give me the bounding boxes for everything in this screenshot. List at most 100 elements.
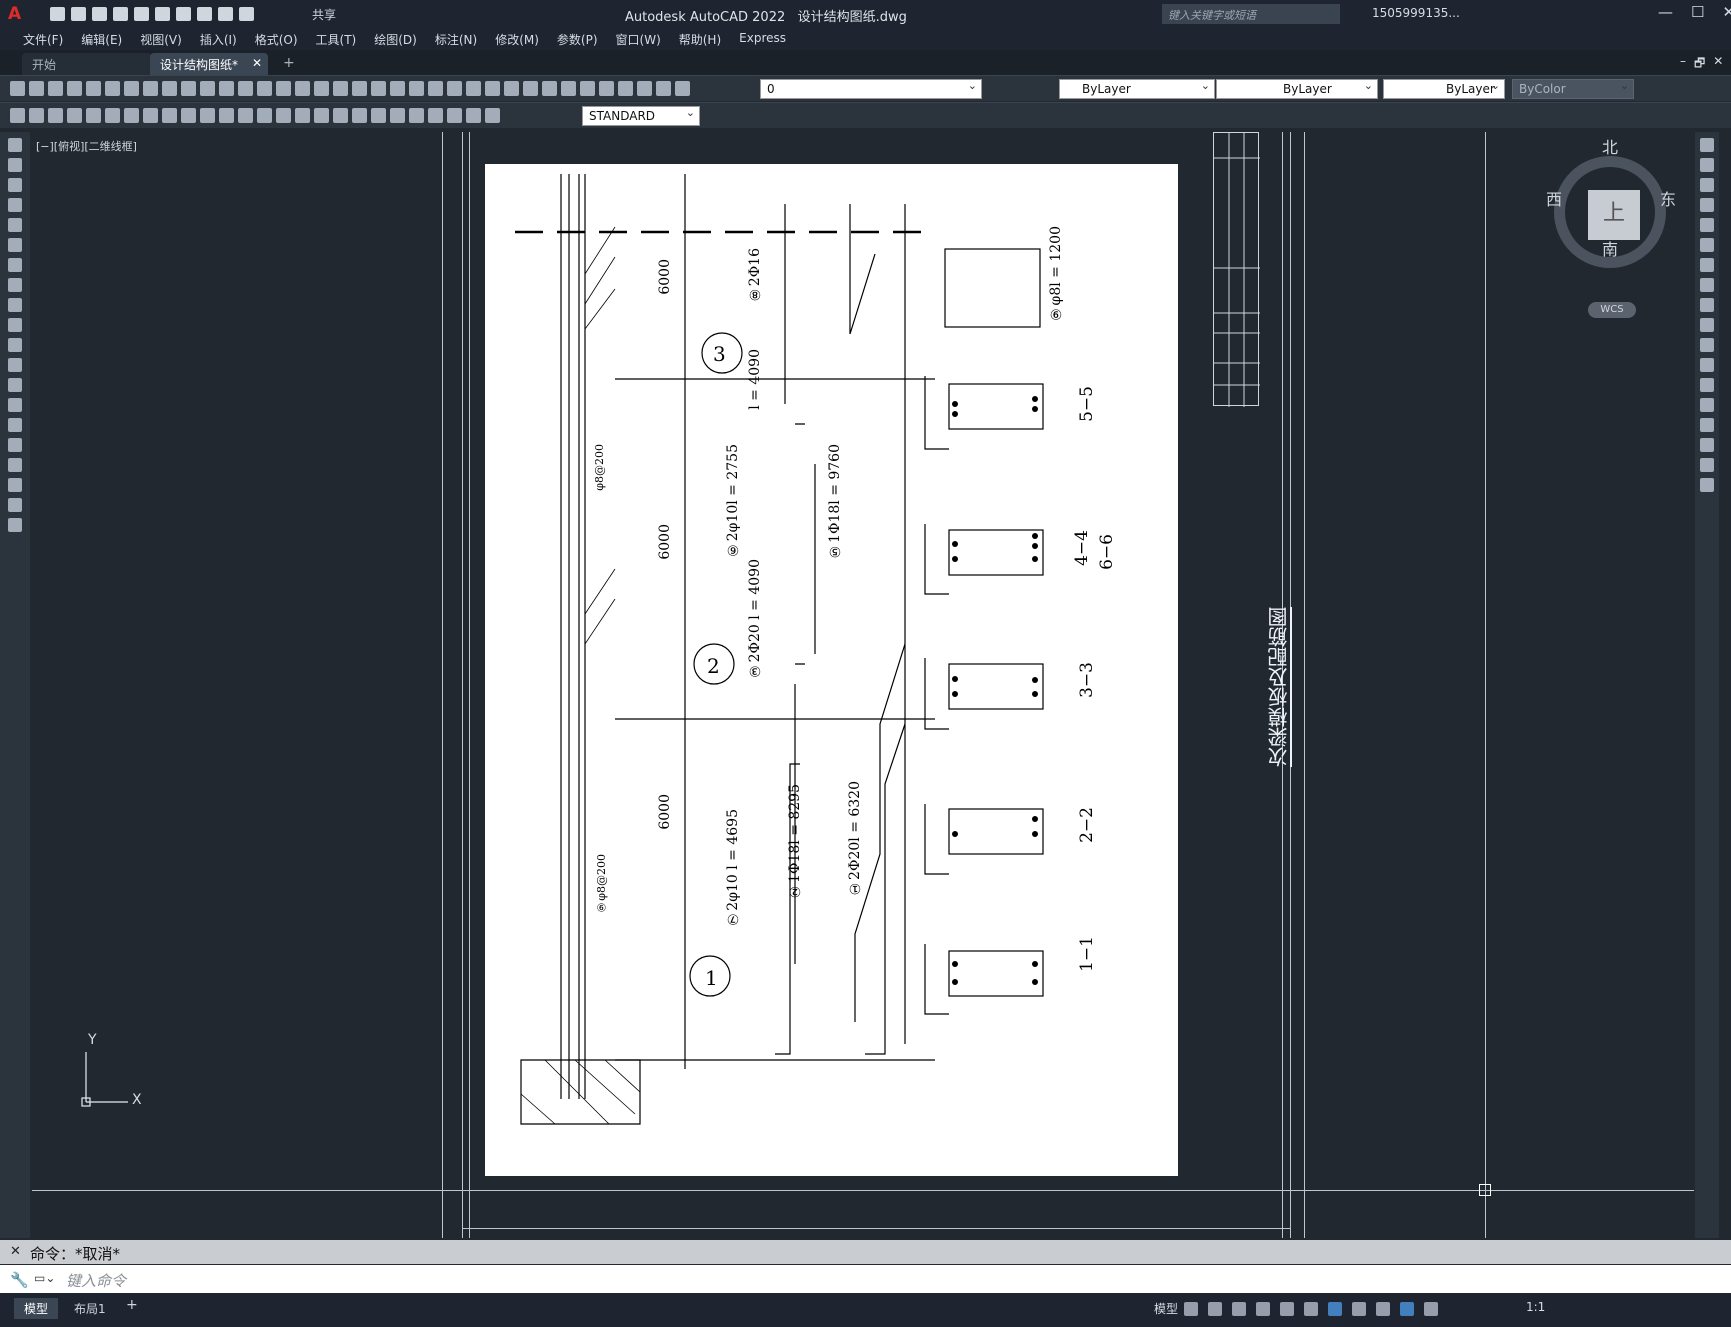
draw-tool-icon[interactable] <box>8 358 22 372</box>
standard-tool-icon[interactable] <box>542 81 557 96</box>
dimension-tool-icon[interactable] <box>219 108 234 123</box>
annotation-visibility-icon[interactable] <box>1400 1302 1414 1316</box>
standard-tool-icon[interactable] <box>162 81 177 96</box>
linetype-dropdown[interactable]: ByLayer <box>1216 79 1378 99</box>
standard-tool-icon[interactable] <box>314 81 329 96</box>
standard-tool-icon[interactable] <box>238 81 253 96</box>
standard-tool-icon[interactable] <box>276 81 291 96</box>
draw-tool-icon[interactable] <box>8 318 22 332</box>
tab-drawing[interactable]: 设计结构图纸* ✕ <box>150 53 268 75</box>
dimension-tool-icon[interactable] <box>466 108 481 123</box>
new-file-icon[interactable] <box>50 7 65 21</box>
standard-tool-icon[interactable] <box>637 81 652 96</box>
menu-item-0[interactable]: 文件(F) <box>14 28 72 50</box>
standard-tool-icon[interactable] <box>428 81 443 96</box>
standard-tool-icon[interactable] <box>200 81 215 96</box>
dimension-tool-icon[interactable] <box>67 108 82 123</box>
dimension-tool-icon[interactable] <box>428 108 443 123</box>
lineweight-dropdown[interactable]: ByLayer <box>1383 79 1505 99</box>
menu-item-6[interactable]: 绘图(D) <box>365 28 426 50</box>
open-file-icon[interactable] <box>71 7 86 21</box>
polar-icon[interactable] <box>1256 1302 1270 1316</box>
standard-tool-icon[interactable] <box>485 81 500 96</box>
standard-tool-icon[interactable] <box>352 81 367 96</box>
menu-item-10[interactable]: 窗口(W) <box>607 28 670 50</box>
snap-icon[interactable] <box>1208 1302 1222 1316</box>
compass-south[interactable]: 南 <box>1602 236 1618 260</box>
dimension-tool-icon[interactable] <box>447 108 462 123</box>
close-button[interactable]: ✕ <box>1722 3 1731 21</box>
redo-icon[interactable] <box>218 7 233 21</box>
modify-tool-icon[interactable] <box>1700 378 1714 392</box>
dimension-tool-icon[interactable] <box>276 108 291 123</box>
menu-item-9[interactable]: 参数(P) <box>548 28 607 50</box>
dimension-tool-icon[interactable] <box>352 108 367 123</box>
search-input[interactable]: 键入关键字或短语 <box>1162 4 1340 24</box>
tab-close-icon[interactable]: ✕ <box>252 56 262 70</box>
menu-item-3[interactable]: 插入(I) <box>191 28 246 50</box>
dimension-tool-icon[interactable] <box>124 108 139 123</box>
standard-tool-icon[interactable] <box>580 81 595 96</box>
dimension-tool-icon[interactable] <box>29 108 44 123</box>
modify-tool-icon[interactable] <box>1700 238 1714 252</box>
layout-tab-model[interactable]: 模型 <box>14 1298 59 1319</box>
standard-tool-icon[interactable] <box>675 81 690 96</box>
modify-tool-icon[interactable] <box>1700 318 1714 332</box>
autocad-logo-icon[interactable]: A <box>8 4 21 24</box>
modify-tool-icon[interactable] <box>1700 298 1714 312</box>
standard-tool-icon[interactable] <box>219 81 234 96</box>
minimize-button[interactable]: — <box>1658 3 1673 21</box>
add-layout-button[interactable]: + <box>126 1297 138 1313</box>
standard-tool-icon[interactable] <box>618 81 633 96</box>
dimension-tool-icon[interactable] <box>143 108 158 123</box>
viewcube-top-face[interactable]: 上 <box>1588 190 1640 240</box>
standard-tool-icon[interactable] <box>86 81 101 96</box>
layout-tab-layout1[interactable]: 布局1 <box>66 1298 114 1319</box>
menu-item-7[interactable]: 标注(N) <box>426 28 486 50</box>
draw-tool-icon[interactable] <box>8 378 22 392</box>
modify-tool-icon[interactable] <box>1700 158 1714 172</box>
ortho-icon[interactable] <box>1232 1302 1246 1316</box>
menu-item-11[interactable]: 帮助(H) <box>670 28 730 50</box>
doc-restore-button[interactable]: 🗗 <box>1694 54 1705 75</box>
wcs-menu[interactable]: WCS <box>1588 302 1636 318</box>
transparency-icon[interactable] <box>1376 1302 1390 1316</box>
modify-tool-icon[interactable] <box>1700 278 1714 292</box>
draw-tool-icon[interactable] <box>8 138 22 152</box>
draw-tool-icon[interactable] <box>8 258 22 272</box>
standard-tool-icon[interactable] <box>504 81 519 96</box>
compass-east[interactable]: 东 <box>1660 186 1676 210</box>
workspace-dropdown-icon[interactable] <box>239 7 254 21</box>
maximize-button[interactable]: ☐ <box>1691 3 1704 21</box>
dimension-tool-icon[interactable] <box>295 108 310 123</box>
draw-tool-icon[interactable] <box>8 338 22 352</box>
draw-tool-icon[interactable] <box>8 478 22 492</box>
dimension-tool-icon[interactable] <box>314 108 329 123</box>
compass-north[interactable]: 北 <box>1602 134 1618 158</box>
draw-tool-icon[interactable] <box>8 418 22 432</box>
modify-tool-icon[interactable] <box>1700 338 1714 352</box>
modify-tool-icon[interactable] <box>1700 258 1714 272</box>
dimension-tool-icon[interactable] <box>162 108 177 123</box>
dimension-tool-icon[interactable] <box>86 108 101 123</box>
dimension-tool-icon[interactable] <box>409 108 424 123</box>
isodraft-icon[interactable] <box>1280 1302 1294 1316</box>
standard-tool-icon[interactable] <box>257 81 272 96</box>
color-dropdown[interactable]: ByLayer <box>1059 79 1215 99</box>
draw-tool-icon[interactable] <box>8 438 22 452</box>
modify-tool-icon[interactable] <box>1700 218 1714 232</box>
recent-commands-icon[interactable]: ▭⌄ <box>34 1271 55 1285</box>
draw-tool-icon[interactable] <box>8 178 22 192</box>
lineweight-icon[interactable] <box>1352 1302 1366 1316</box>
standard-tool-icon[interactable] <box>390 81 405 96</box>
menu-item-4[interactable]: 格式(O) <box>246 28 307 50</box>
viewport-controls-label[interactable]: [−][俯视][二维线框] <box>36 138 137 154</box>
dimension-tool-icon[interactable] <box>371 108 386 123</box>
dimension-tool-icon[interactable] <box>333 108 348 123</box>
web-mobile-icon[interactable] <box>134 7 149 21</box>
object-snap-tracking-icon[interactable] <box>1304 1302 1318 1316</box>
draw-tool-icon[interactable] <box>8 218 22 232</box>
modify-tool-icon[interactable] <box>1700 398 1714 412</box>
dimension-tool-icon[interactable] <box>390 108 405 123</box>
modify-tool-icon[interactable] <box>1700 438 1714 452</box>
